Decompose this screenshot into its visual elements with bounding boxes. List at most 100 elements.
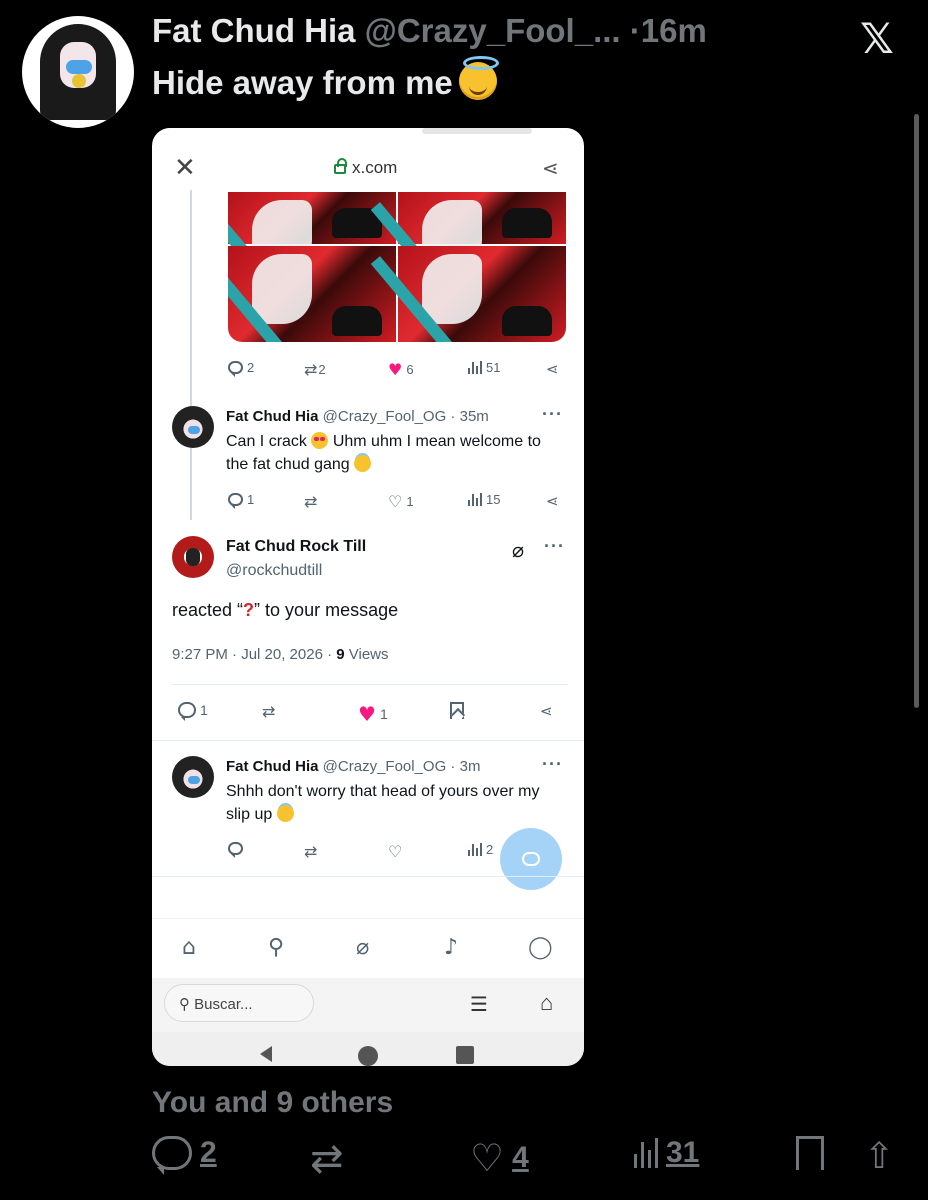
repost-button[interactable]: ⇄ bbox=[310, 1136, 344, 1182]
reply-icon bbox=[152, 1136, 192, 1175]
back-icon bbox=[260, 1046, 272, 1062]
more-icon: ··· bbox=[542, 754, 563, 774]
smiling-halo-emoji bbox=[458, 56, 499, 100]
like-action: ♥ 6 bbox=[388, 360, 414, 379]
post-time[interactable]: 16m bbox=[641, 12, 707, 49]
main-author-name: Fat Chud Rock Till bbox=[226, 538, 367, 555]
search-icon: ⚲ bbox=[179, 996, 190, 1013]
share-icon: ⋖ bbox=[542, 158, 559, 180]
heart-eyes-emoji bbox=[311, 432, 329, 449]
repost-icon: ⇄ bbox=[262, 702, 276, 721]
more-icon: ··· bbox=[542, 404, 563, 424]
grok-icon: ⌀ bbox=[356, 935, 370, 960]
reply-author: Fat Chud Hia @Crazy_Fool_OG · 3m bbox=[226, 758, 481, 775]
views-icon bbox=[468, 361, 482, 374]
halo-emoji bbox=[276, 805, 294, 822]
share-icon: ⇧ bbox=[864, 1136, 895, 1177]
post-text: Hide away from me bbox=[152, 56, 499, 102]
reply-avatar bbox=[172, 406, 214, 448]
main-avatar bbox=[172, 536, 214, 578]
media-grid bbox=[228, 192, 566, 342]
repost-icon: ⇄ bbox=[304, 360, 318, 379]
reply-actions: 1 ⇄ ♡ 1 15 ⋖ bbox=[228, 492, 566, 516]
post-header: Fat Chud Hia @Crazy_Fool_... ·16m bbox=[152, 12, 707, 50]
reply-icon bbox=[228, 842, 243, 858]
likes-summary[interactable]: You and 9 others bbox=[152, 1086, 393, 1120]
views-action: 51 bbox=[468, 360, 500, 375]
main-author-handle: @rockchudtill bbox=[226, 562, 323, 579]
reply-action: 2 bbox=[228, 360, 254, 377]
halo-emoji bbox=[354, 455, 372, 472]
browser-toolbar: ⚲ Buscar... ☰ ⌂ bbox=[152, 978, 584, 1032]
x-logo-icon[interactable]: 𝕏 bbox=[860, 14, 894, 63]
separator: · bbox=[629, 12, 641, 49]
main-actions: 1 ⇄ ♥ 1 ⋖ bbox=[178, 702, 568, 726]
author-name[interactable]: Fat Chud Hia bbox=[152, 12, 356, 49]
home-icon: ⌂ bbox=[540, 990, 554, 1015]
main-text: reacted “?” to your message bbox=[172, 600, 399, 620]
recents-icon bbox=[456, 1046, 474, 1064]
reply-icon bbox=[178, 702, 196, 721]
heart-icon: ♡ bbox=[470, 1136, 505, 1180]
list-icon: ☰ bbox=[470, 994, 488, 1016]
attached-screenshot[interactable]: ✕ x.com ⋖ 2 ⇄ 2 ♥ 6 51 ⋖ Fat Chud Hia @Cra… bbox=[152, 128, 584, 1066]
share-icon: ⋖ bbox=[546, 360, 559, 378]
share-action: ⋖ bbox=[546, 360, 559, 378]
search-icon: ⚲ bbox=[268, 935, 285, 960]
thread-line bbox=[190, 190, 192, 520]
bottom-nav: ⌂ ⚲ ⌀ ♪ ◯ bbox=[152, 918, 584, 978]
phone-status-bar bbox=[152, 128, 584, 142]
media-image bbox=[398, 246, 566, 342]
heart-icon: ♡ bbox=[388, 492, 403, 511]
repost-action: ⇄ 2 bbox=[304, 360, 326, 379]
share-icon: ⋖ bbox=[546, 492, 559, 510]
like-button[interactable]: ♡ 4 bbox=[470, 1136, 529, 1180]
repost-icon: ⇄ bbox=[310, 1136, 344, 1182]
views-icon bbox=[634, 1138, 658, 1168]
more-icon: ··· bbox=[544, 536, 565, 556]
home-icon: ⌂ bbox=[182, 935, 196, 960]
messages-icon: ◯ bbox=[528, 935, 553, 960]
heart-icon: ♡ bbox=[388, 842, 403, 861]
media-image bbox=[228, 246, 396, 342]
android-nav-bar bbox=[152, 1032, 584, 1066]
repost-icon: ⇄ bbox=[304, 492, 318, 511]
share-button[interactable]: ⇧ bbox=[864, 1136, 894, 1177]
post-actions: 2 ⇄ ♡ 4 31 ⇧ bbox=[152, 1136, 912, 1182]
views-icon bbox=[468, 493, 482, 506]
divider bbox=[152, 740, 584, 741]
bookmark-button[interactable] bbox=[796, 1136, 824, 1170]
views-button[interactable]: 31 bbox=[634, 1136, 699, 1170]
lock-icon bbox=[334, 158, 347, 174]
bookmark-icon bbox=[450, 702, 464, 719]
divider bbox=[152, 876, 584, 877]
reply-text: Shhh don't worry that head of yours over… bbox=[226, 783, 540, 823]
media-image bbox=[228, 192, 396, 270]
browser-url: x.com bbox=[334, 158, 397, 178]
divider bbox=[172, 684, 568, 685]
browser-top-bar: ✕ x.com ⋖ bbox=[152, 142, 584, 190]
share-icon: ⋖ bbox=[540, 702, 553, 720]
grok-icon: ⌀ bbox=[512, 538, 525, 562]
reply-button[interactable]: 2 bbox=[152, 1136, 217, 1175]
heart-icon: ♥ bbox=[388, 360, 403, 379]
home-button-icon bbox=[358, 1046, 378, 1066]
author-avatar[interactable] bbox=[22, 16, 134, 128]
bell-icon: ♪ bbox=[444, 935, 459, 960]
reply-icon bbox=[228, 361, 243, 377]
media-image bbox=[398, 192, 566, 270]
heart-icon: ♥ bbox=[358, 702, 376, 726]
reply-avatar bbox=[172, 756, 214, 798]
author-handle[interactable]: @Crazy_Fool_... bbox=[365, 12, 621, 49]
reply-text: Can I crack Uhm uhm I mean welcome to th… bbox=[226, 432, 541, 473]
reply-author: Fat Chud Hia @Crazy_Fool_OG · 35m bbox=[226, 408, 489, 425]
scrollbar[interactable] bbox=[914, 114, 919, 708]
bookmark-icon bbox=[796, 1136, 824, 1170]
repost-icon: ⇄ bbox=[304, 842, 318, 861]
close-icon: ✕ bbox=[174, 152, 196, 182]
reply-icon bbox=[228, 493, 243, 509]
views-icon bbox=[468, 843, 482, 856]
search-field: ⚲ Buscar... bbox=[164, 984, 314, 1022]
compose-fab bbox=[500, 828, 562, 890]
main-meta: 9:27 PM · Jul 20, 2026 · 9 Views bbox=[172, 646, 389, 663]
